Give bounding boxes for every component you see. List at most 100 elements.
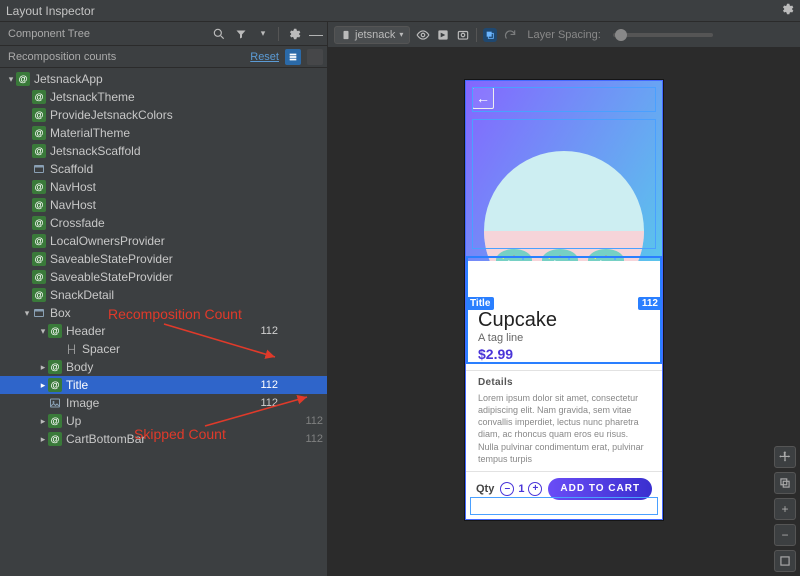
node-counts: 112 <box>251 325 323 337</box>
node-icon: @ <box>32 90 46 104</box>
node-label: NavHost <box>50 198 251 212</box>
zoom-in-icon[interactable]: + <box>774 498 796 520</box>
tree-row[interactable]: ▾Box <box>0 304 327 322</box>
skip-count-column-icon[interactable] <box>307 49 323 65</box>
node-label: Crossfade <box>50 216 251 230</box>
search-icon[interactable] <box>212 27 226 41</box>
title-bar: Layout Inspector <box>0 0 800 22</box>
qty-label: Qty <box>476 483 494 495</box>
expand-arrow[interactable]: ▾ <box>38 326 48 337</box>
tree-row[interactable]: Scaffold <box>0 160 327 178</box>
layer-spacing-slider[interactable] <box>613 33 713 37</box>
node-counts: 112 <box>251 433 323 445</box>
tree-row[interactable]: ▾@JetsnackApp <box>0 70 327 88</box>
zoom-out-icon[interactable]: − <box>774 524 796 546</box>
add-to-cart-button[interactable]: ADD TO CART <box>548 478 652 500</box>
node-icon: @ <box>32 234 46 248</box>
zoom-fit-icon[interactable] <box>774 550 796 572</box>
chevron-down-icon[interactable]: ▾ <box>256 27 270 41</box>
tree-row[interactable]: |–|Spacer <box>0 340 327 358</box>
tree-row[interactable]: ▸@Title112 <box>0 376 327 394</box>
node-counts: 112 <box>251 415 323 427</box>
minimize-icon[interactable]: — <box>309 27 323 41</box>
reset-link[interactable]: Reset <box>250 51 279 63</box>
refresh-icon[interactable] <box>503 28 517 42</box>
node-icon: @ <box>32 216 46 230</box>
pan-icon[interactable] <box>774 446 796 468</box>
qty-stepper: – 1 + <box>500 482 542 496</box>
cart-bar: Qty – 1 + ADD TO CART <box>466 471 662 506</box>
skip-count: 112 <box>296 433 323 445</box>
layer-spacing-label: Layer Spacing: <box>527 29 600 41</box>
window-title: Layout Inspector <box>6 4 95 18</box>
slider-knob[interactable] <box>615 29 627 41</box>
node-label: SaveableStateProvider <box>50 270 251 284</box>
node-icon: @ <box>32 126 46 140</box>
snapshot-icon[interactable] <box>456 28 470 42</box>
node-label: JetsnackApp <box>34 72 251 86</box>
node-icon: @ <box>48 432 62 446</box>
filter-icon[interactable] <box>234 27 248 41</box>
node-label: NavHost <box>50 180 251 194</box>
recomp-count: 112 <box>251 379 278 391</box>
tree-row[interactable]: @ProvideJetsnackColors <box>0 106 327 124</box>
node-icon: @ <box>48 414 62 428</box>
tree-row[interactable]: @NavHost <box>0 196 327 214</box>
snack-tagline: A tag line <box>478 332 650 344</box>
chevron-down-icon: ▾ <box>399 30 403 39</box>
live-icon[interactable] <box>436 28 450 42</box>
device-selector[interactable]: jetsnack ▾ <box>334 26 410 44</box>
tree-row[interactable]: ▸@Up112 <box>0 412 327 430</box>
tree-row[interactable]: @LocalOwnersProvider <box>0 232 327 250</box>
title-block: Cupcake A tag line $2.99 <box>466 261 662 370</box>
tree-row[interactable]: Image112 <box>0 394 327 412</box>
left-panel: Component Tree ▾ — Recomposition counts … <box>0 22 328 576</box>
canvas-side-rail: + − <box>774 446 796 572</box>
node-label: SnackDetail <box>50 288 251 302</box>
node-label: Spacer <box>82 342 251 356</box>
details-label: Details <box>478 377 650 388</box>
tree-row[interactable]: @MaterialTheme <box>0 124 327 142</box>
device-process-name: jetsnack <box>355 29 395 41</box>
visibility-icon[interactable] <box>416 28 430 42</box>
gear-icon[interactable] <box>780 2 794 19</box>
component-tree-header: Component Tree ▾ — <box>0 22 327 46</box>
node-label: CartBottomBar <box>66 432 251 446</box>
tree-row[interactable]: @ JetsnackTheme <box>0 88 327 106</box>
preview-canvas[interactable]: ← Cupcake A tag line $2.99 <box>328 48 800 576</box>
expand-arrow[interactable]: ▸ <box>38 416 48 427</box>
skip-count: 112 <box>296 415 323 427</box>
tree-row[interactable]: ▸@Body <box>0 358 327 376</box>
expand-arrow[interactable]: ▸ <box>38 362 48 373</box>
hero-image <box>484 151 644 261</box>
details-body: Lorem ipsum dolor sit amet, consectetur … <box>466 390 662 471</box>
overlay-toggle-icon[interactable] <box>483 28 497 42</box>
expand-arrow[interactable]: ▾ <box>6 74 16 85</box>
tree-row[interactable]: @SaveableStateProvider <box>0 268 327 286</box>
tree-row[interactable]: ▾@Header112 <box>0 322 327 340</box>
node-icon: @ <box>32 180 46 194</box>
details-section-header: Details <box>466 370 662 390</box>
tree-row[interactable]: ▸@ CartBottomBar 112 <box>0 430 327 448</box>
skip-count <box>296 379 323 391</box>
qty-decrement[interactable]: – <box>500 482 514 496</box>
expand-arrow[interactable]: ▸ <box>38 434 48 445</box>
device-toolbar: jetsnack ▾ Layer Spacing: <box>328 22 800 48</box>
tree-row[interactable]: @JetsnackScaffold <box>0 142 327 160</box>
component-tree[interactable]: ▾@JetsnackApp@JetsnackTheme@ProvideJetsn… <box>0 68 327 576</box>
rotate-3d-icon[interactable] <box>774 472 796 494</box>
node-label: Image <box>66 396 251 410</box>
tree-row[interactable]: @ NavHost <box>0 178 327 196</box>
settings-icon[interactable] <box>287 27 301 41</box>
back-button[interactable]: ← <box>472 87 494 109</box>
node-label: Title <box>66 378 251 392</box>
tree-row[interactable]: @ Crossfade <box>0 214 327 232</box>
expand-arrow[interactable]: ▾ <box>22 308 32 319</box>
node-label: JetsnackTheme <box>50 90 251 104</box>
recomp-count-column-icon[interactable] <box>285 49 301 65</box>
tree-row[interactable]: @SnackDetail <box>0 286 327 304</box>
qty-increment[interactable]: + <box>528 482 542 496</box>
tree-row[interactable]: @SaveableStateProvider <box>0 250 327 268</box>
expand-arrow[interactable]: ▸ <box>38 380 48 391</box>
component-tree-label: Component Tree <box>8 28 90 40</box>
